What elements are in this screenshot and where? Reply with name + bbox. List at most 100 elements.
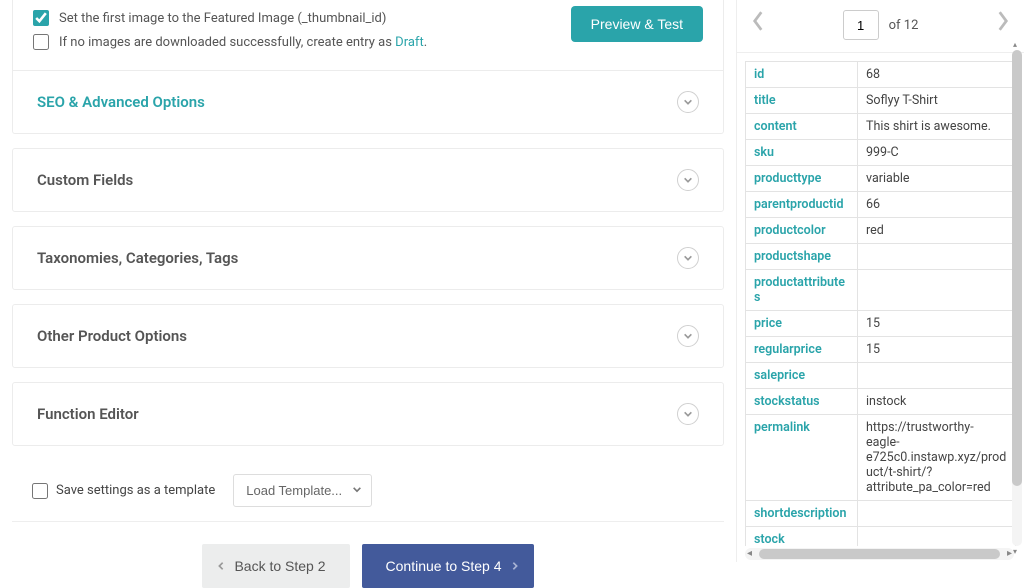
accordion-custom-fields[interactable]: Custom Fields <box>12 148 724 212</box>
field-key: parentproductid <box>746 192 858 218</box>
featured-image-checkbox[interactable] <box>33 10 49 26</box>
field-value <box>858 244 1016 270</box>
field-value: 68 <box>858 62 1016 88</box>
field-value <box>858 363 1016 389</box>
field-key: id <box>746 62 858 88</box>
field-key: producttype <box>746 166 858 192</box>
continue-button-label: Continue to Step 4 <box>386 558 502 574</box>
scroll-right-icon: ▸ <box>1007 548 1012 559</box>
draft-checkbox[interactable] <box>33 34 49 50</box>
table-row: titleSoflyy T-Shirt <box>746 88 1016 114</box>
accordion-seo-advanced[interactable]: SEO & Advanced Options <box>13 70 723 133</box>
field-key: content <box>746 114 858 140</box>
featured-image-label: Set the first image to the Featured Imag… <box>59 11 386 26</box>
chevron-right-icon <box>996 10 1010 32</box>
accordion-title: Custom Fields <box>37 171 133 189</box>
field-value: 15 <box>858 311 1016 337</box>
field-key: saleprice <box>746 363 858 389</box>
table-row: id68 <box>746 62 1016 88</box>
table-row: saleprice <box>746 363 1016 389</box>
draft-checkbox-row[interactable]: If no images are downloaded successfully… <box>13 30 571 54</box>
preview-test-button[interactable]: Preview & Test <box>571 6 703 42</box>
chevron-down-icon <box>677 169 699 191</box>
load-template-select[interactable]: Load Template... <box>233 474 372 507</box>
back-button[interactable]: Back to Step 2 <box>202 544 349 588</box>
scroll-down-icon: ▾ <box>1013 547 1017 556</box>
field-value: instock <box>858 389 1016 415</box>
back-button-label: Back to Step 2 <box>234 558 325 574</box>
field-value <box>858 270 1016 311</box>
accordion-title: SEO & Advanced Options <box>37 93 205 111</box>
preview-body: id68titleSoflyy T-ShirtcontentThis shirt… <box>737 53 1024 546</box>
table-row: productattributes <box>746 270 1016 311</box>
accordion-other-product-options[interactable]: Other Product Options <box>12 304 724 368</box>
field-value: https://trustworthy-eagle-e725c0.instawp… <box>858 415 1016 501</box>
pager-page-input[interactable] <box>843 10 879 40</box>
table-row: productcolorred <box>746 218 1016 244</box>
record-pager: of 12 <box>737 0 1024 53</box>
accordion-function-editor[interactable]: Function Editor <box>12 382 724 446</box>
scroll-left-icon: ◂ <box>747 548 752 559</box>
field-value: This shirt is awesome. <box>858 114 1016 140</box>
field-value <box>858 501 1016 527</box>
field-key: price <box>746 311 858 337</box>
field-value: variable <box>858 166 1016 192</box>
save-template-label: Save settings as a template <box>56 483 215 498</box>
accordion-title: Other Product Options <box>37 327 187 345</box>
table-row: price15 <box>746 311 1016 337</box>
field-key: permalink <box>746 415 858 501</box>
continue-button[interactable]: Continue to Step 4 <box>362 544 534 588</box>
step-nav: Back to Step 2 Continue to Step 4 <box>12 544 724 588</box>
field-key: sku <box>746 140 858 166</box>
chevron-down-icon <box>677 403 699 425</box>
field-value: 15 <box>858 337 1016 363</box>
chevron-down-icon <box>677 247 699 269</box>
draft-label: If no images are downloaded successfully… <box>59 35 427 50</box>
main-column: Set the first image to the Featured Imag… <box>0 0 736 562</box>
chevron-left-icon <box>751 10 765 32</box>
table-row: shortdescription <box>746 501 1016 527</box>
field-value: 999-C <box>858 140 1016 166</box>
field-value <box>858 527 1016 547</box>
accordion-title: Taxonomies, Categories, Tags <box>37 249 238 267</box>
table-row: stockstatusinstock <box>746 389 1016 415</box>
pager-next-button[interactable] <box>996 10 1010 36</box>
field-value: Soflyy T-Shirt <box>858 88 1016 114</box>
table-row: sku999-C <box>746 140 1016 166</box>
save-template-checkbox[interactable] <box>32 483 48 499</box>
field-key: regularprice <box>746 337 858 363</box>
field-value: 66 <box>858 192 1016 218</box>
field-key: stock <box>746 527 858 547</box>
field-key: productshape <box>746 244 858 270</box>
images-options-row: Set the first image to the Featured Imag… <box>13 0 723 70</box>
draft-link[interactable]: Draft <box>395 35 424 50</box>
field-key: productcolor <box>746 218 858 244</box>
table-row: regularprice15 <box>746 337 1016 363</box>
field-value: red <box>858 218 1016 244</box>
scroll-up-icon: ▴ <box>1013 40 1017 49</box>
accordion-title: Function Editor <box>37 405 139 423</box>
pager-prev-button[interactable] <box>751 10 765 36</box>
load-template-select-wrap[interactable]: Load Template... <box>233 474 372 507</box>
pager-of-label: of 12 <box>889 18 919 33</box>
horizontal-scrollbar[interactable]: ◂ ▸ <box>745 548 1014 560</box>
record-table: id68titleSoflyy T-ShirtcontentThis shirt… <box>745 61 1016 546</box>
field-key: productattributes <box>746 270 858 311</box>
save-template-checkbox-row[interactable]: Save settings as a template <box>32 483 215 499</box>
vertical-scrollbar[interactable]: ▴ ▾ <box>1012 50 1022 546</box>
featured-image-checkbox-row[interactable]: Set the first image to the Featured Imag… <box>13 6 571 30</box>
table-row: stock <box>746 527 1016 547</box>
scrollbar-thumb[interactable] <box>759 549 1000 559</box>
chevron-down-icon <box>677 325 699 347</box>
table-row: contentThis shirt is awesome. <box>746 114 1016 140</box>
field-key: title <box>746 88 858 114</box>
chevron-down-icon <box>677 91 699 113</box>
template-row: Save settings as a template Load Templat… <box>12 460 724 522</box>
images-options-left: Set the first image to the Featured Imag… <box>13 6 571 54</box>
accordion-taxonomies[interactable]: Taxonomies, Categories, Tags <box>12 226 724 290</box>
scrollbar-thumb[interactable] <box>1012 50 1022 486</box>
table-row: permalinkhttps://trustworthy-eagle-e725c… <box>746 415 1016 501</box>
field-key: stockstatus <box>746 389 858 415</box>
table-row: parentproductid66 <box>746 192 1016 218</box>
field-key: shortdescription <box>746 501 858 527</box>
